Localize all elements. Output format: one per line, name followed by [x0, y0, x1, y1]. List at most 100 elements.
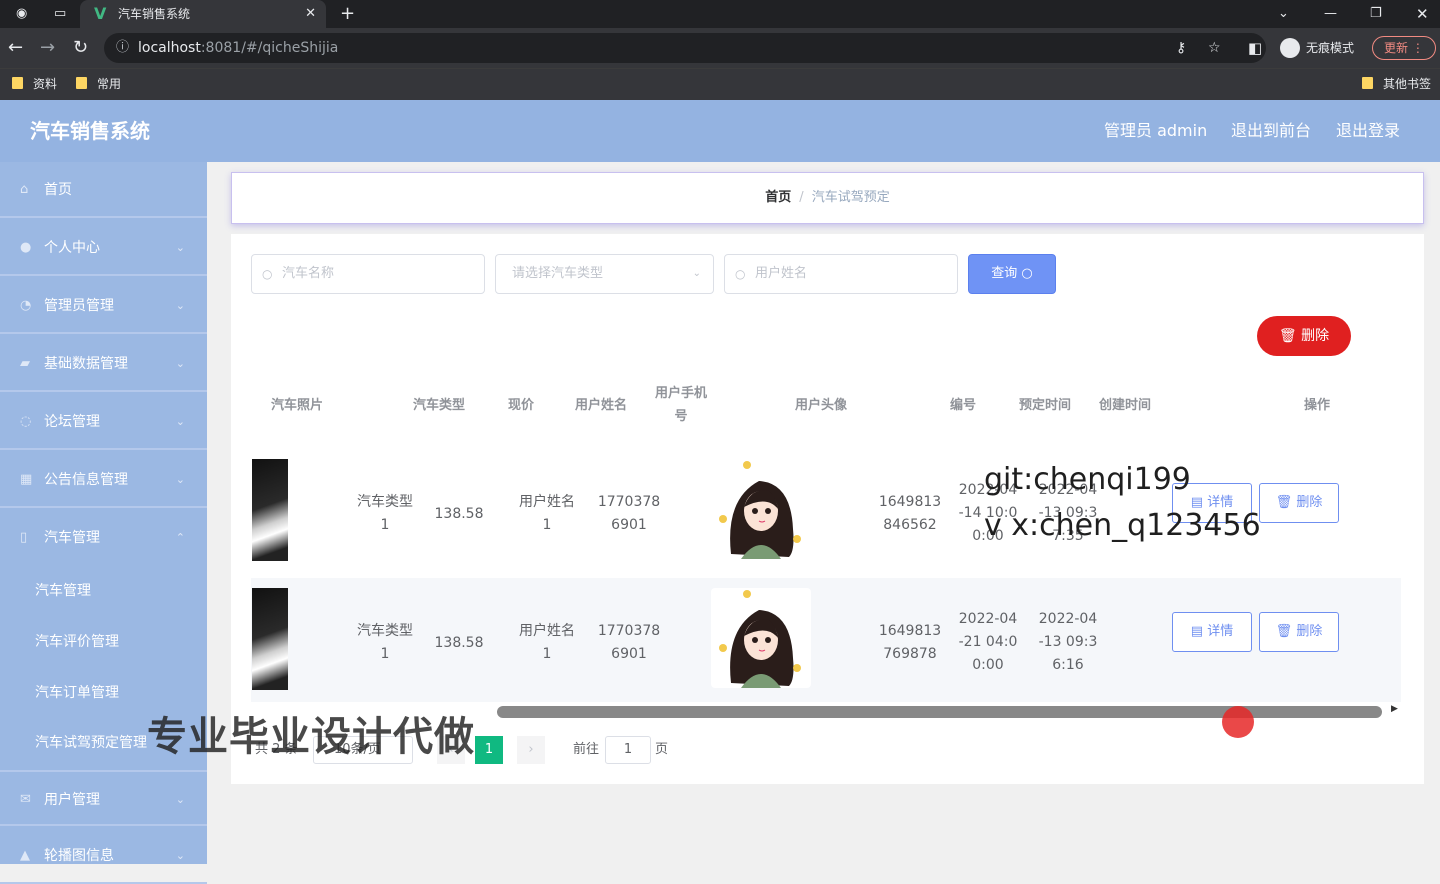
breadcrumb-current: 汽车试驾预定 — [811, 190, 890, 205]
url-host: localhost — [138, 40, 201, 56]
key-icon[interactable]: ⚷ — [1176, 33, 1186, 63]
sidebar-item-admin[interactable]: ◔ 管理员管理 ⌄ — [0, 278, 207, 334]
sidebar-subitem-car-manage[interactable]: 汽车管理 — [0, 566, 207, 616]
car-name-placeholder: 汽车名称 — [282, 266, 335, 281]
cell-price: 138.58 — [434, 506, 484, 522]
cell-text: 用户姓名 — [519, 494, 575, 510]
breadcrumb-home[interactable]: 首页 — [765, 190, 791, 205]
sidebar-panel-icon[interactable]: ◧ — [1248, 28, 1262, 68]
tab-overview-icon[interactable]: ▭ — [54, 0, 66, 28]
scroll-right-icon[interactable]: ▶ — [1391, 704, 1398, 714]
browser-logo-icon: ◉ — [16, 6, 28, 21]
query-button[interactable]: 查询 ○ — [968, 254, 1056, 294]
restore-icon[interactable]: ❐ — [1370, 0, 1382, 28]
cell-text: 1 — [542, 646, 552, 662]
chevron-down-icon: ⌄ — [175, 357, 185, 370]
cell-create-time: 2022-04 -13 09:3 6:16 — [1033, 608, 1103, 677]
tab-close-icon[interactable]: ✕ — [305, 0, 316, 28]
chevron-down-icon: ⌄ — [692, 268, 701, 279]
query-label: 查询 — [991, 266, 1018, 281]
sidebar-item-users[interactable]: ✉ 用户管理 ⌄ — [0, 770, 207, 826]
user-avatar — [711, 588, 811, 688]
sidebar-item-forum[interactable]: ◌ 论坛管理 ⌄ — [0, 394, 207, 450]
car-photo — [252, 459, 288, 561]
update-button[interactable]: 更新 ⋮ — [1372, 36, 1436, 60]
cell-text: 1 — [380, 517, 390, 533]
sidebar-item-label: 首页 — [44, 182, 72, 198]
chevron-down-icon: ⌄ — [175, 793, 185, 806]
delete-button[interactable]: 🗑 删除 — [1259, 612, 1339, 652]
goto-page-input[interactable]: 1 — [605, 736, 651, 764]
header-type: 汽车类型 — [412, 398, 465, 413]
notice-icon: ▦ — [20, 472, 33, 487]
cell-phone: 1770378 6901 — [587, 491, 671, 537]
site-info-icon[interactable]: ⓘ — [116, 33, 129, 63]
address-bar[interactable]: ⓘ localhost:8081/#/qicheShijia ⚷ ☆ — [104, 33, 1266, 63]
vue-logo-icon: V — [94, 4, 107, 23]
sidebar-item-basic-data[interactable]: ▰ 基础数据管理 ⌄ — [0, 336, 207, 392]
browser-tab-bar: ◉ ▭ V 汽车销售系统 ✕ + ⌄ — ❐ ✕ — [0, 0, 1440, 28]
bookmark-folder-2[interactable]: 常用 — [76, 69, 121, 99]
sidebar-item-carousel[interactable]: ▲ 轮播图信息 ⌄ — [0, 828, 207, 884]
trash-icon: 🗑 — [1275, 624, 1293, 639]
delete-button[interactable]: 🗑 删除 — [1259, 483, 1339, 523]
user-icon: ● — [20, 240, 32, 255]
mouse-cursor-highlight — [1222, 706, 1254, 738]
incognito-indicator[interactable]: 无痕模式 — [1280, 34, 1354, 62]
overlay-git-text: git:chenqi199 — [984, 462, 1191, 497]
sidebar-item-car[interactable]: ▯ 汽车管理 ⌃ — [0, 510, 207, 566]
car-icon: ▯ — [20, 530, 28, 545]
bookmarks-bar: 资料 常用 其他书签 — [0, 68, 1440, 100]
cell-user-name: 用户姓名 1 — [507, 491, 587, 537]
bookmark-star-icon[interactable]: ☆ — [1208, 33, 1221, 63]
car-name-input[interactable]: ○ 汽车名称 — [251, 254, 485, 294]
bookmark-label: 常用 — [97, 77, 122, 91]
detail-button[interactable]: ▤ 详情 — [1172, 612, 1252, 652]
cell-text: 汽车类型 — [357, 623, 413, 639]
cell-type: 汽车类型 1 — [345, 491, 425, 537]
cell-user-name: 用户姓名 1 — [507, 620, 587, 666]
header-phone: 用户手机号 — [649, 382, 713, 428]
breadcrumb-separator: / — [799, 190, 804, 205]
other-bookmarks[interactable]: 其他书签 — [1362, 69, 1431, 99]
logout-link[interactable]: 退出登录 — [1336, 100, 1400, 162]
cell-reserve-time: 2022-04 -21 04:0 0:00 — [953, 608, 1023, 677]
breadcrumb: 首页 / 汽车试驾预定 — [231, 172, 1424, 224]
cell-text: 1 — [380, 646, 390, 662]
cell-text: 769878 — [883, 646, 937, 662]
sidebar-item-home[interactable]: ⌂ 首页 — [0, 162, 207, 218]
forward-icon[interactable]: → — [40, 28, 55, 68]
sidebar-item-notice[interactable]: ▦ 公告信息管理 ⌄ — [0, 452, 207, 508]
cell-text: 1770378 — [597, 494, 661, 510]
user-name-placeholder: 用户姓名 — [755, 266, 808, 281]
minimize-icon[interactable]: — — [1324, 0, 1337, 28]
new-tab-icon[interactable]: + — [340, 0, 355, 28]
back-icon[interactable]: ← — [8, 28, 23, 68]
sidebar-item-personal[interactable]: ● 个人中心 ⌄ — [0, 220, 207, 276]
watermark-text: 专业毕业设计代做 — [147, 714, 475, 760]
browser-tab[interactable]: V 汽车销售系统 ✕ — [80, 0, 326, 28]
chevron-up-icon: ⌃ — [175, 531, 185, 544]
bookmark-folder-1[interactable]: 资料 — [12, 69, 57, 99]
page-number-current[interactable]: 1 — [475, 736, 503, 764]
tab-search-icon[interactable]: ⌄ — [1278, 0, 1289, 28]
incognito-label: 无痕模式 — [1306, 41, 1355, 55]
forum-icon: ◌ — [20, 414, 32, 429]
sidebar-item-label: 汽车管理 — [44, 530, 100, 546]
browser-tab-title: 汽车销售系统 — [118, 7, 191, 21]
folder-icon — [12, 77, 23, 89]
cell-text: 2022-04 — [958, 611, 1018, 627]
exit-to-front-link[interactable]: 退出到前台 — [1231, 100, 1311, 162]
user-name-input[interactable]: ○ 用户姓名 — [724, 254, 958, 294]
car-type-select[interactable]: 请选择汽车类型 ⌄ — [495, 254, 714, 294]
reload-icon[interactable]: ↻ — [73, 28, 88, 68]
next-page-button[interactable]: › — [517, 736, 545, 764]
sidebar-item-label: 基础数据管理 — [44, 356, 128, 372]
cell-text: 汽车类型 — [357, 494, 413, 510]
close-window-icon[interactable]: ✕ — [1416, 0, 1429, 28]
cell-text: 1649813 — [878, 494, 942, 510]
batch-delete-button[interactable]: 🗑 删除 — [1257, 316, 1351, 356]
cell-number: 1649813 769878 — [865, 620, 955, 666]
user-avatar — [711, 459, 811, 559]
sidebar-subitem-car-review[interactable]: 汽车评价管理 — [0, 617, 207, 667]
